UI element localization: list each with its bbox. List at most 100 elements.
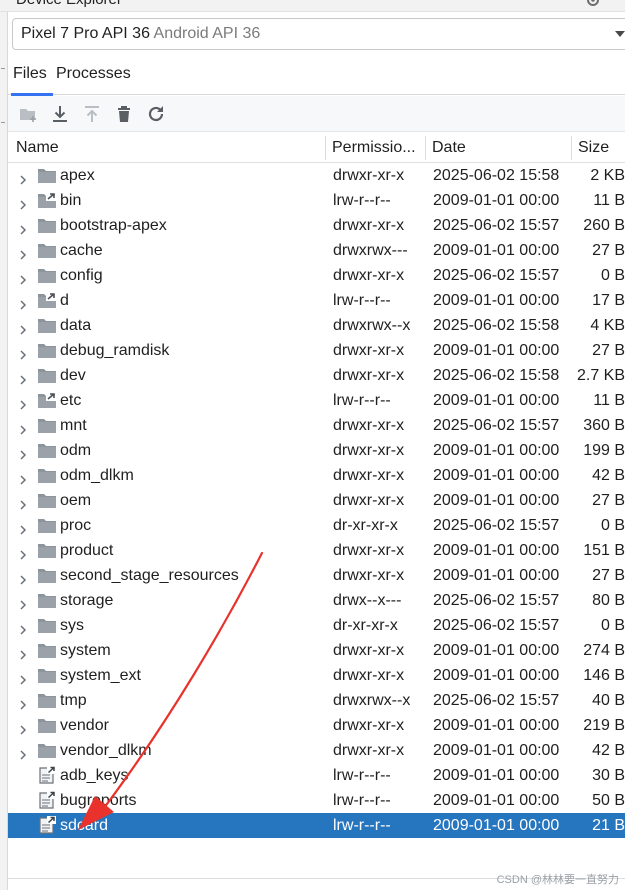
file-date: 2025-06-02 15:57: [433, 592, 560, 609]
chevron-down-icon: [615, 31, 625, 37]
table-row[interactable]: bootstrap-apex drwxr-xr-x 2025-06-02 15:57…: [8, 213, 625, 238]
folder-icon: [37, 316, 57, 334]
table-row[interactable]: product drwxr-xr-x 2009-01-01 00:00 151 B: [8, 538, 625, 563]
table-row[interactable]: apex drwxr-xr-x 2025-06-02 15:58 2 KB: [8, 163, 625, 188]
table-row[interactable]: system_ext drwxr-xr-x 2009-01-01 00:00 146 …: [8, 663, 625, 688]
chevron-right-icon[interactable]: [17, 694, 29, 710]
file-date: 2009-01-01 00:00: [433, 767, 560, 784]
file-date: 2009-01-01 00:00: [433, 492, 560, 509]
table-row[interactable]: config drwxr-xr-x 2025-06-02 15:57 0 B: [8, 263, 625, 288]
table-row[interactable]: dev drwxr-xr-x 2025-06-02 15:58 2.7 KB: [8, 363, 625, 388]
chevron-right-icon[interactable]: [17, 544, 29, 560]
file-date: 2009-01-01 00:00: [433, 242, 560, 259]
file-size: 30 B: [592, 767, 625, 784]
chevron-right-icon[interactable]: [17, 369, 29, 385]
chevron-right-icon[interactable]: [17, 719, 29, 735]
table-row[interactable]: d lrw-r--r-- 2009-01-01 00:00 17 B: [8, 288, 625, 313]
table-row[interactable]: second_stage_resources drwxr-xr-x 2009-01-…: [8, 563, 625, 588]
tab-files[interactable]: Files: [11, 56, 53, 96]
file-size: 42 B: [592, 742, 625, 759]
chevron-right-icon[interactable]: [17, 169, 29, 185]
file-link-icon: [37, 766, 57, 784]
folder-icon: [37, 516, 57, 534]
new-folder-icon[interactable]: [16, 102, 40, 126]
column-header-size[interactable]: Size: [578, 133, 625, 163]
delete-icon[interactable]: [112, 102, 136, 126]
chevron-right-icon[interactable]: [17, 344, 29, 360]
refresh-icon[interactable]: [144, 102, 168, 126]
table-row[interactable]: adb_keys lrw-r--r-- 2009-01-01 00:00 30 B: [8, 763, 625, 788]
chevron-right-icon[interactable]: [17, 319, 29, 335]
chevron-right-icon[interactable]: [17, 494, 29, 510]
upload-icon[interactable]: [80, 102, 104, 126]
file-name: etc: [60, 392, 82, 409]
table-row[interactable]: bugreports lrw-r--r-- 2009-01-01 00:00 50 B: [8, 788, 625, 813]
table-row[interactable]: bin lrw-r--r-- 2009-01-01 00:00 11 B: [8, 188, 625, 213]
table-row[interactable]: etc lrw-r--r-- 2009-01-01 00:00 11 B: [8, 388, 625, 413]
table-row[interactable]: mnt drwxr-xr-x 2025-06-02 15:57 360 B: [8, 413, 625, 438]
column-header-name[interactable]: Name: [16, 133, 326, 163]
table-row[interactable]: storage drwx--x--- 2025-06-02 15:57 80 B: [8, 588, 625, 613]
chevron-right-icon[interactable]: [17, 419, 29, 435]
file-date: 2009-01-01 00:00: [433, 667, 560, 684]
file-name: sys: [60, 617, 84, 634]
device-selector[interactable]: Pixel 7 Pro API 36 Android API 36: [12, 18, 625, 50]
file-tree-table: apex drwxr-xr-x 2025-06-02 15:58 2 KB bin lrw…: [8, 163, 625, 853]
gear-icon[interactable]: [585, 0, 601, 8]
table-row[interactable]: oem drwxr-xr-x 2009-01-01 00:00 27 B: [8, 488, 625, 513]
chevron-right-icon[interactable]: [17, 219, 29, 235]
chevron-right-icon[interactable]: [17, 619, 29, 635]
chevron-right-icon[interactable]: [17, 194, 29, 210]
chevron-right-icon[interactable]: [17, 269, 29, 285]
folder-link-icon: [37, 391, 57, 409]
column-divider[interactable]: [325, 136, 326, 160]
file-size: 199 B: [583, 442, 625, 459]
file-permissions: lrw-r--r--: [333, 767, 391, 784]
column-header-permissions[interactable]: Permissio...: [332, 133, 424, 163]
file-date: 2009-01-01 00:00: [433, 742, 560, 759]
gutter-tick: [1, 122, 5, 123]
file-date: 2009-01-01 00:00: [433, 467, 560, 484]
chevron-right-icon[interactable]: [17, 519, 29, 535]
table-row[interactable]: system drwxr-xr-x 2009-01-01 00:00 274 B: [8, 638, 625, 663]
file-name: dev: [60, 367, 86, 384]
table-row[interactable]: cache drwxrwx--- 2009-01-01 00:00 27 B: [8, 238, 625, 263]
file-name: sdcard: [60, 817, 109, 834]
folder-icon: [37, 741, 57, 759]
file-date: 2009-01-01 00:00: [433, 717, 560, 734]
chevron-right-icon[interactable]: [17, 469, 29, 485]
file-permissions: drwxr-xr-x: [333, 342, 405, 359]
table-row[interactable]: tmp drwxrwx--x 2025-06-02 15:57 40 B: [8, 688, 625, 713]
column-divider[interactable]: [425, 136, 426, 160]
file-date: 2009-01-01 00:00: [433, 342, 560, 359]
table-row[interactable]: vendor_dlkm drwxr-xr-x 2009-01-01 00:00 42 …: [8, 738, 625, 763]
folder-icon: [37, 241, 57, 259]
chevron-right-icon[interactable]: [17, 644, 29, 660]
table-row[interactable]: debug_ramdisk drwxr-xr-x 2009-01-01 00:00 2…: [8, 338, 625, 363]
chevron-right-icon[interactable]: [17, 594, 29, 610]
tab-processes[interactable]: Processes: [56, 56, 131, 95]
table-row[interactable]: proc dr-xr-xr-x 2025-06-02 15:57 0 B: [8, 513, 625, 538]
chevron-right-icon[interactable]: [17, 294, 29, 310]
folder-icon: [37, 541, 57, 559]
table-row[interactable]: data drwxrwx--x 2025-06-02 15:58 4 KB: [8, 313, 625, 338]
table-row[interactable]: odm drwxr-xr-x 2009-01-01 00:00 199 B: [8, 438, 625, 463]
file-permissions: drwxr-xr-x: [333, 542, 405, 559]
table-row[interactable]: sys dr-xr-xr-x 2025-06-02 15:57 0 B: [8, 613, 625, 638]
table-row[interactable]: vendor drwxr-xr-x 2009-01-01 00:00 219 B: [8, 713, 625, 738]
download-icon[interactable]: [48, 102, 72, 126]
chevron-right-icon[interactable]: [17, 569, 29, 585]
table-row[interactable]: odm_dlkm drwxr-xr-x 2009-01-01 00:00 42 B: [8, 463, 625, 488]
chevron-right-icon[interactable]: [17, 669, 29, 685]
chevron-right-icon[interactable]: [17, 394, 29, 410]
chevron-right-icon[interactable]: [17, 444, 29, 460]
folder-icon: [37, 491, 57, 509]
column-divider[interactable]: [571, 136, 572, 160]
file-size: 80 B: [592, 592, 625, 609]
chevron-right-icon[interactable]: [17, 744, 29, 760]
file-date: 2025-06-02 15:58: [433, 367, 560, 384]
file-name: apex: [60, 167, 95, 184]
table-row[interactable]: sdcard lrw-r--r-- 2009-01-01 00:00 21 B: [8, 813, 625, 838]
chevron-right-icon[interactable]: [17, 244, 29, 260]
column-header-date[interactable]: Date: [432, 133, 572, 163]
